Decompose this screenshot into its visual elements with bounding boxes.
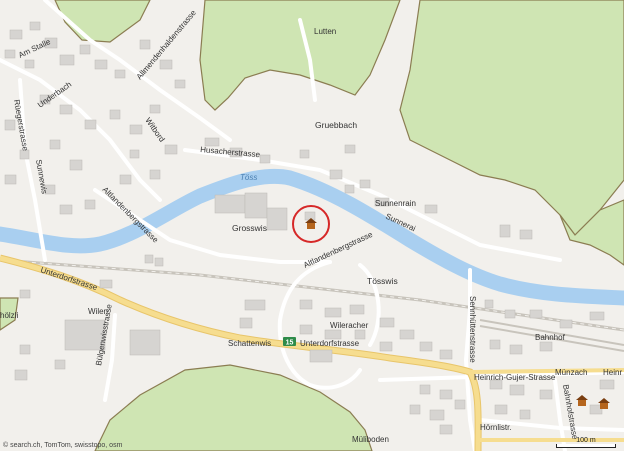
label-sennhuettenstrasse: Sennhüttenstrasse [468, 296, 477, 363]
label-mueliboden: Müliboden [352, 435, 389, 444]
label-toesswis: Tösswis [367, 276, 398, 286]
map-canvas[interactable]: 15 Am Stalle Underbach Rüegerstrasse Sun… [0, 0, 624, 451]
label-unterdorfstrasse-west: Unterdorfstrasse [39, 265, 99, 292]
label-schattenwis: Schattenwis [228, 339, 271, 348]
label-toess: Töss [240, 173, 257, 182]
svg-text:15: 15 [286, 340, 294, 347]
map-view[interactable]: 15 Am Stalle Underbach Rüegerstrasse Sun… [0, 0, 624, 451]
map-attribution[interactable]: © search.ch, TomTom, swisstopo, osm [3, 442, 122, 449]
label-gruebbach: Gruebbach [315, 120, 357, 130]
label-grosswis: Grosswis [232, 223, 267, 233]
label-bahnhof: Bahnhof [535, 333, 566, 342]
label-altlandenbergstrasse-east: Altlandenbergstrasse [302, 230, 374, 270]
label-witbord: Witbord [143, 116, 166, 144]
label-hoernlistr: Hörnlistr. [480, 423, 512, 432]
label-muenzach: Münzach [555, 368, 587, 377]
main-road-heinrich-gujer [469, 368, 624, 374]
label-wileracher: Wileracher [330, 321, 369, 330]
scale-line [556, 444, 616, 448]
label-sunnewis: Sunnewis [34, 159, 49, 195]
label-heinrich-gujer-strasse: Heinrich-Gujer-Strasse [474, 373, 556, 382]
label-sunnenrain: Sunnenrain [375, 199, 416, 208]
scale-label: 100 m [576, 437, 596, 444]
label-hoelzli: hölzli [0, 311, 18, 320]
label-heinr: Heinr [603, 368, 622, 377]
route-badge-15: 15 [283, 337, 296, 347]
label-am-stalle: Am Stalle [17, 37, 52, 60]
label-lutten: Lutten [314, 27, 336, 36]
scale-bar: 100 m [556, 437, 616, 448]
label-unterdorfstrasse-east: Unterdorfstrasse [300, 339, 360, 348]
poi-icon [576, 395, 588, 406]
